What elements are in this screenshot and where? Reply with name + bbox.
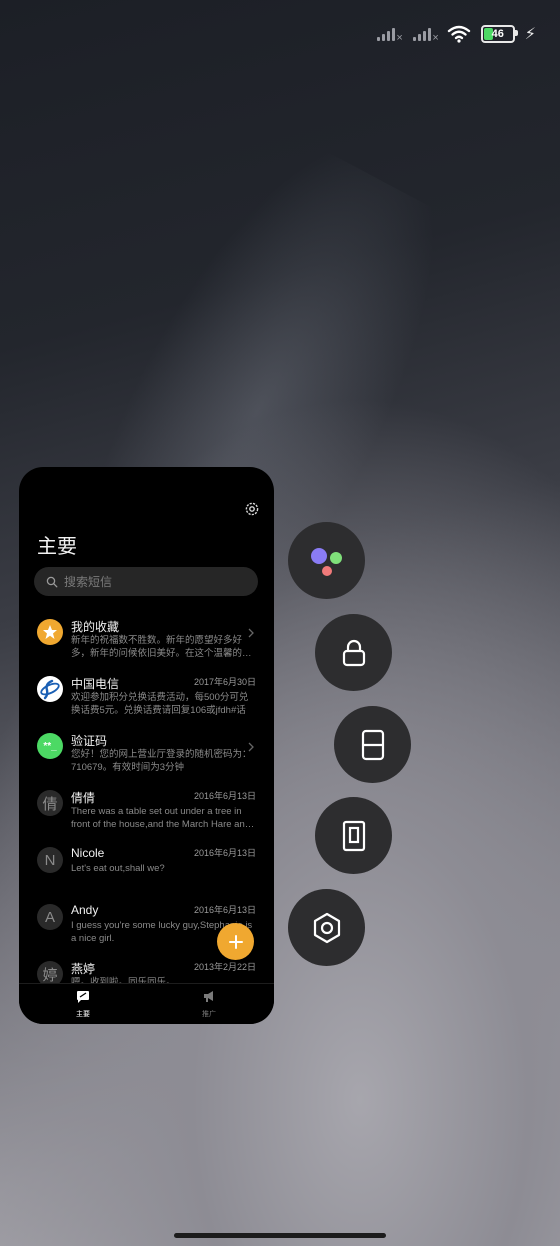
bottom-nav: 主要 推广 [19, 983, 274, 1024]
message-date: 2017年6月30日 [193, 677, 256, 687]
message-preview: 新年的祝福数不胜数。新年的愿望好多好多，新年的问候依旧美好。在这个温馨的… [71, 635, 252, 659]
list-item[interactable]: 我的收藏 新年的祝福数不胜数。新年的愿望好多好多，新年的问候依旧美好。在这个温馨… [19, 611, 274, 668]
search-input[interactable]: 搜索短信 [34, 567, 258, 596]
settings-hexagon-button[interactable] [288, 889, 365, 966]
contact-avatar: N [37, 847, 63, 873]
home-indicator[interactable] [174, 1233, 386, 1238]
contact-avatar: 倩 [37, 790, 63, 816]
wifi-icon [447, 25, 470, 43]
lock-icon [342, 639, 365, 666]
compose-button[interactable] [217, 923, 254, 960]
message-preview: Let's eat out,shall we? [71, 863, 165, 874]
tab-primary[interactable]: 主要 [53, 990, 113, 1019]
battery-icon: 46 [480, 25, 518, 43]
sender-name: Nicole [71, 846, 105, 860]
megaphone-icon [204, 991, 213, 1002]
floating-window-icon [342, 820, 365, 851]
lock-button[interactable] [315, 614, 392, 691]
sender-name: 我的收藏 [71, 620, 120, 634]
search-placeholder: 搜索短信 [64, 575, 113, 589]
list-item[interactable]: **_ 验证码 您好！您的网上营业厅登录的随机密码为：710679。有效时间为3… [19, 725, 274, 782]
message-date: 2016年6月13日 [193, 905, 256, 915]
floating-window[interactable]: 主要 搜索短信 我的收藏 新年的祝福数不胜数。新年的愿望好多好多，新年的问候依旧… [19, 467, 274, 1024]
message-preview: 您好！您的网上营业厅登录的随机密码为：710679。有效时间为3分钟 [71, 749, 252, 773]
sender-name: Andy [71, 903, 99, 917]
tab-primary-label: 主要 [76, 1011, 90, 1018]
contact-avatar: A [37, 904, 63, 930]
message-date: 2013年2月22日 [193, 962, 256, 972]
split-screen-button[interactable] [334, 706, 411, 783]
list-item[interactable]: 中国电信 2017年6月30日 欢迎参加积分兑换话费活动，每500分可兑换话费5… [19, 668, 274, 725]
message-icon [77, 991, 89, 1003]
search-icon [46, 576, 58, 587]
china-telecom-logo [37, 676, 63, 702]
split-screen-icon [361, 729, 384, 760]
verification-code-icon: **_ [37, 733, 63, 759]
sender-name: 燕婷 [71, 962, 96, 976]
message-date: 2016年6月13日 [193, 791, 256, 801]
sender-name: 验证码 [71, 734, 108, 748]
page-title: 主要 [37, 536, 77, 558]
signal-2-icon: × [411, 24, 439, 44]
list-item[interactable]: 倩 倩倩 2016年6月13日 There was a table set ou… [19, 782, 274, 839]
charging-icon: ⚡ [524, 26, 536, 43]
settings-icon[interactable] [244, 501, 260, 517]
sender-name: 倩倩 [71, 791, 96, 805]
battery-level: 46 [491, 28, 504, 40]
message-preview: 欢迎参加积分兑换话费活动，每500分可兑换话费5元。兑换话费请回复106或jfd… [71, 692, 249, 716]
sender-name: 中国电信 [71, 677, 120, 691]
star-icon [37, 619, 63, 645]
list-item[interactable]: N Nicole 2016年6月13日 Let's eat out,shall … [19, 839, 274, 896]
tab-promo-label: 推广 [202, 1011, 216, 1018]
colored-dots-icon [310, 547, 342, 576]
message-preview: There was a table set out under a tree i… [71, 806, 255, 830]
tab-promo[interactable]: 推广 [179, 990, 239, 1019]
floating-window-button[interactable] [315, 797, 392, 874]
signal-1-icon: × [375, 24, 403, 44]
chevron-right-icon [248, 628, 254, 638]
status-bar: × × 46 ⚡ [375, 22, 536, 46]
chevron-right-icon [248, 742, 254, 752]
hexagon-settings-icon [313, 912, 340, 943]
multitask-dots-button[interactable] [288, 522, 365, 599]
message-date: 2016年6月13日 [193, 848, 256, 858]
plus-icon [228, 934, 243, 949]
